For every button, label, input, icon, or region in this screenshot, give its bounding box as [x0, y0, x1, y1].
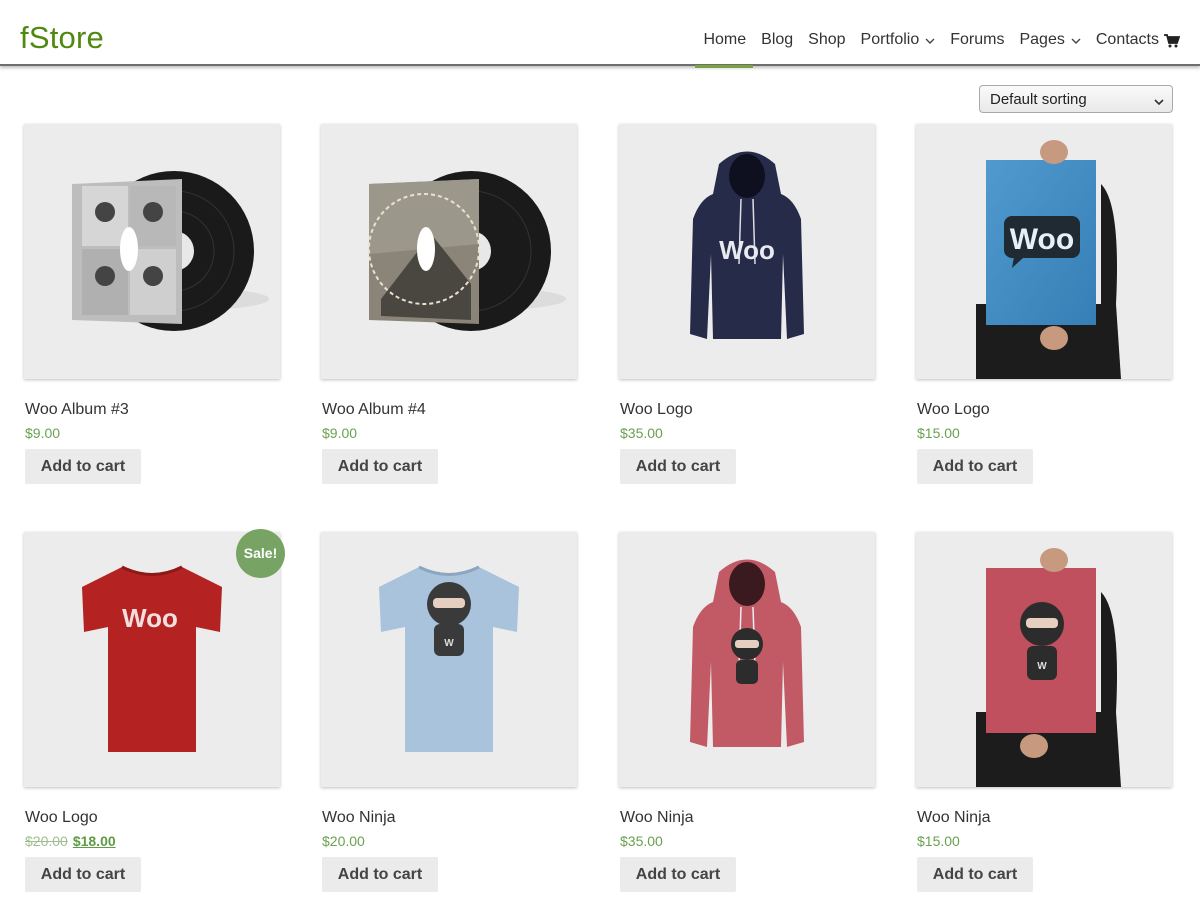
nav-label-forums: Forums	[950, 31, 1005, 48]
product-title[interactable]: Woo Logo	[620, 401, 693, 419]
product-image[interactable]: W	[916, 532, 1172, 787]
product-price: $35.00	[620, 833, 663, 849]
product-title[interactable]: Woo Album #3	[25, 401, 129, 419]
chevron-down-icon	[1154, 94, 1164, 111]
add-to-cart-button[interactable]: Add to cart	[25, 857, 141, 892]
product-image[interactable]: Woo	[24, 532, 280, 787]
product-title[interactable]: Woo Album #4	[322, 401, 426, 419]
product-price: $9.00	[25, 425, 61, 441]
add-to-cart-button[interactable]: Add to cart	[322, 857, 438, 892]
site-header: fStore Home Blog Shop Portfolio Forums P…	[0, 0, 1200, 68]
product-price: $35.00	[620, 425, 663, 441]
product-price: $15.00	[917, 833, 960, 849]
cart-icon[interactable]	[1164, 34, 1181, 48]
svg-text:Woo: Woo	[122, 603, 178, 633]
add-to-cart-button[interactable]: Add to cart	[620, 857, 736, 892]
nav-label-home: Home	[703, 31, 747, 48]
product-image[interactable]: Woo	[916, 124, 1172, 379]
add-to-cart-button[interactable]: Add to cart	[25, 449, 141, 484]
product-title[interactable]: Woo Ninja	[917, 809, 991, 827]
product-title[interactable]: Woo Ninja	[620, 809, 694, 827]
old-price: $20.00	[25, 833, 68, 849]
svg-text:W: W	[1037, 661, 1047, 672]
nav-label-pages: Pages	[1019, 31, 1065, 48]
svg-text:Woo: Woo	[1010, 223, 1074, 256]
main-nav: Home Blog Shop Portfolio Forums Pages Co…	[695, 0, 1166, 68]
product-title[interactable]: Woo Logo	[25, 809, 98, 827]
nav-item-pages[interactable]: Pages	[1011, 0, 1087, 66]
nav-label-shop: Shop	[808, 31, 846, 48]
chevron-down-icon	[1071, 33, 1081, 51]
add-to-cart-button[interactable]: Add to cart	[917, 449, 1033, 484]
product-image[interactable]	[321, 124, 577, 379]
nav-item-home[interactable]: Home	[695, 0, 753, 68]
svg-text:Woo: Woo	[719, 235, 775, 265]
chevron-down-icon	[925, 33, 935, 51]
product-image[interactable]: W	[321, 532, 577, 787]
nav-label-contacts: Contacts	[1095, 31, 1159, 48]
product-price: $20.00 $18.00	[25, 833, 116, 849]
product-title[interactable]: Woo Ninja	[322, 809, 396, 827]
product-price: $9.00	[322, 425, 358, 441]
nav-label-portfolio: Portfolio	[860, 31, 920, 48]
nav-item-shop[interactable]: Shop	[800, 0, 852, 66]
sorting-selected-value: Default sorting	[990, 91, 1087, 108]
nav-item-forums[interactable]: Forums	[942, 0, 1011, 66]
add-to-cart-button[interactable]: Add to cart	[917, 857, 1033, 892]
sorting-select[interactable]: Default sorting	[979, 85, 1173, 113]
product-image[interactable]	[24, 124, 280, 379]
nav-item-blog[interactable]: Blog	[753, 0, 800, 66]
nav-item-contacts[interactable]: Contacts	[1088, 0, 1166, 66]
sale-badge: Sale!	[236, 529, 285, 578]
add-to-cart-button[interactable]: Add to cart	[620, 449, 736, 484]
svg-text:W: W	[444, 638, 454, 649]
site-logo[interactable]: fStore	[20, 20, 104, 56]
product-price: $20.00	[322, 833, 365, 849]
product-image[interactable]: Woo	[619, 124, 875, 379]
sale-price: $18.00	[72, 833, 116, 849]
nav-label-blog: Blog	[761, 31, 794, 48]
product-image[interactable]	[619, 532, 875, 787]
add-to-cart-button[interactable]: Add to cart	[322, 449, 438, 484]
product-price: $15.00	[917, 425, 960, 441]
product-title[interactable]: Woo Logo	[917, 401, 990, 419]
nav-item-portfolio[interactable]: Portfolio	[853, 0, 943, 66]
